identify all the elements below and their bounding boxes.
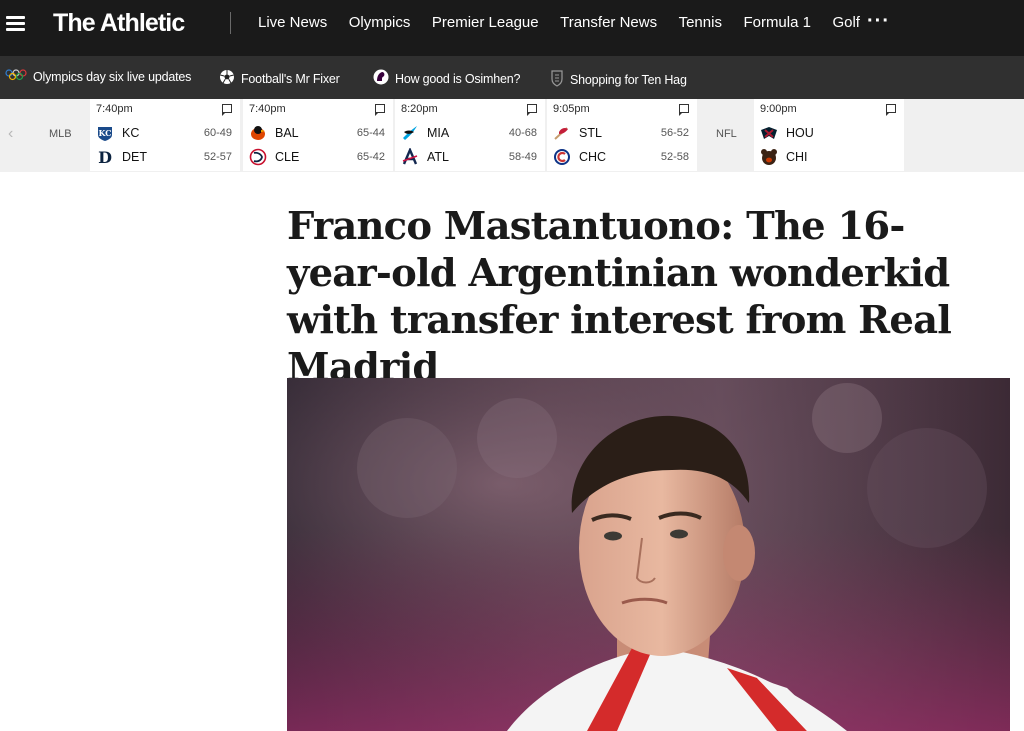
hero-image [287, 378, 1010, 731]
trending-item-mr-fixer[interactable]: Football's Mr Fixer [219, 69, 340, 88]
team-abbr: HOU [786, 126, 814, 140]
game-time: 9:00pm [760, 103, 797, 115]
team-abbr: CHC [579, 150, 607, 164]
game-card[interactable]: 9:00pm HOU CHI [754, 99, 904, 171]
team-record: 58-49 [508, 151, 537, 163]
team-row: D DET 52-57 [96, 147, 232, 167]
trending-bar: Olympics day six live updates Football's… [0, 56, 1024, 99]
team-abbr: DET [122, 150, 147, 164]
scores-strip: ‹ MLB 7:40pm KC KC 60-49 D DET 52-57 7:4… [0, 99, 1024, 172]
game-card[interactable]: 8:20pm MIA 40-68 ATL 58-49 [395, 99, 545, 171]
texans-logo-icon [761, 127, 777, 139]
svg-text:D: D [98, 148, 112, 166]
team-record: 60-49 [203, 127, 232, 139]
soccer-ball-icon [219, 69, 235, 88]
nav-link-transfer-news[interactable]: Transfer News [560, 14, 657, 31]
game-time: 9:05pm [553, 103, 590, 115]
comment-icon[interactable] [221, 104, 232, 116]
guardians-logo-icon [249, 148, 267, 166]
team-row: KC KC 60-49 [96, 123, 232, 143]
svg-text:KC: KC [98, 128, 111, 138]
olympic-rings-icon [5, 69, 27, 84]
nav-link-live-news[interactable]: Live News [258, 14, 327, 31]
braves-logo-icon [402, 148, 418, 165]
more-icon[interactable]: ··· [867, 10, 890, 33]
nav-link-tennis[interactable]: Tennis [679, 14, 722, 31]
team-record: 52-57 [203, 151, 232, 163]
nav-link-formula-1[interactable]: Formula 1 [743, 14, 811, 31]
royals-logo-icon: KC [98, 127, 112, 141]
trending-item-ten-hag[interactable]: Shopping for Ten Hag [550, 69, 687, 90]
league-label-mlb: MLB [49, 128, 72, 140]
team-row: BAL 65-44 [249, 123, 385, 143]
trending-item-osimhen[interactable]: How good is Osimhen? [373, 69, 520, 88]
team-abbr: CLE [275, 150, 300, 164]
site-logo[interactable]: The Athletic [53, 9, 185, 38]
marlins-logo-icon [403, 126, 417, 140]
nav-divider [230, 12, 231, 34]
team-row: MIA 40-68 [401, 123, 537, 143]
nav-link-premier-league[interactable]: Premier League [432, 14, 539, 31]
team-abbr: MIA [427, 126, 450, 140]
team-row: CLE 65-42 [249, 147, 385, 167]
team-record: 65-44 [356, 127, 385, 139]
trending-label: How good is Osimhen? [395, 71, 521, 86]
comment-icon[interactable] [526, 104, 537, 116]
trending-label: Football's Mr Fixer [241, 71, 340, 86]
team-abbr: KC [122, 126, 140, 140]
team-abbr: STL [579, 126, 602, 140]
comment-icon[interactable] [374, 104, 385, 116]
game-time: 7:40pm [249, 103, 286, 115]
orioles-logo-icon [251, 126, 265, 140]
game-card[interactable]: 7:40pm KC KC 60-49 D DET 52-57 [90, 99, 240, 171]
cubs-logo-icon [554, 149, 570, 165]
menu-icon[interactable] [6, 16, 26, 32]
trending-label: Shopping for Ten Hag [570, 72, 687, 87]
player-photo [287, 378, 1010, 731]
team-row: HOU [760, 123, 896, 143]
team-record: 65-42 [356, 151, 385, 163]
game-card[interactable]: 9:05pm STL 56-52 CHC 52-58 [547, 99, 697, 171]
team-record: 52-58 [660, 151, 689, 163]
team-abbr: ATL [427, 150, 449, 164]
premier-league-icon [373, 69, 389, 88]
trending-item-olympics[interactable]: Olympics day six live updates [5, 69, 191, 84]
nav-link-golf[interactable]: Golf [832, 14, 860, 31]
tigers-logo-icon: D [98, 148, 112, 166]
team-row: STL 56-52 [553, 123, 689, 143]
bears-logo-icon [761, 149, 777, 165]
team-abbr: CHI [786, 150, 808, 164]
nav-link-olympics[interactable]: Olympics [349, 14, 411, 31]
trending-label: Olympics day six live updates [33, 69, 192, 84]
cardinals-logo-icon [554, 127, 568, 140]
team-row: CHI [760, 147, 896, 167]
top-nav: The Athletic Live News Olympics Premier … [0, 0, 1024, 56]
article-headline: Franco Mastantuono: The 16-year-old Arge… [287, 204, 952, 390]
team-row: CHC 52-58 [553, 147, 689, 167]
game-time: 8:20pm [401, 103, 438, 115]
club-crest-icon [550, 69, 564, 90]
league-label-nfl: NFL [716, 128, 737, 140]
team-record: 40-68 [508, 127, 537, 139]
nav-links: Live News Olympics Premier League Transf… [258, 14, 881, 31]
scroll-left-icon[interactable]: ‹ [8, 125, 13, 143]
comment-icon[interactable] [885, 104, 896, 116]
team-record: 56-52 [660, 127, 689, 139]
comment-icon[interactable] [678, 104, 689, 116]
team-abbr: BAL [275, 126, 299, 140]
game-time: 7:40pm [96, 103, 133, 115]
team-row: ATL 58-49 [401, 147, 537, 167]
game-card[interactable]: 7:40pm BAL 65-44 CLE 65-42 [243, 99, 393, 171]
